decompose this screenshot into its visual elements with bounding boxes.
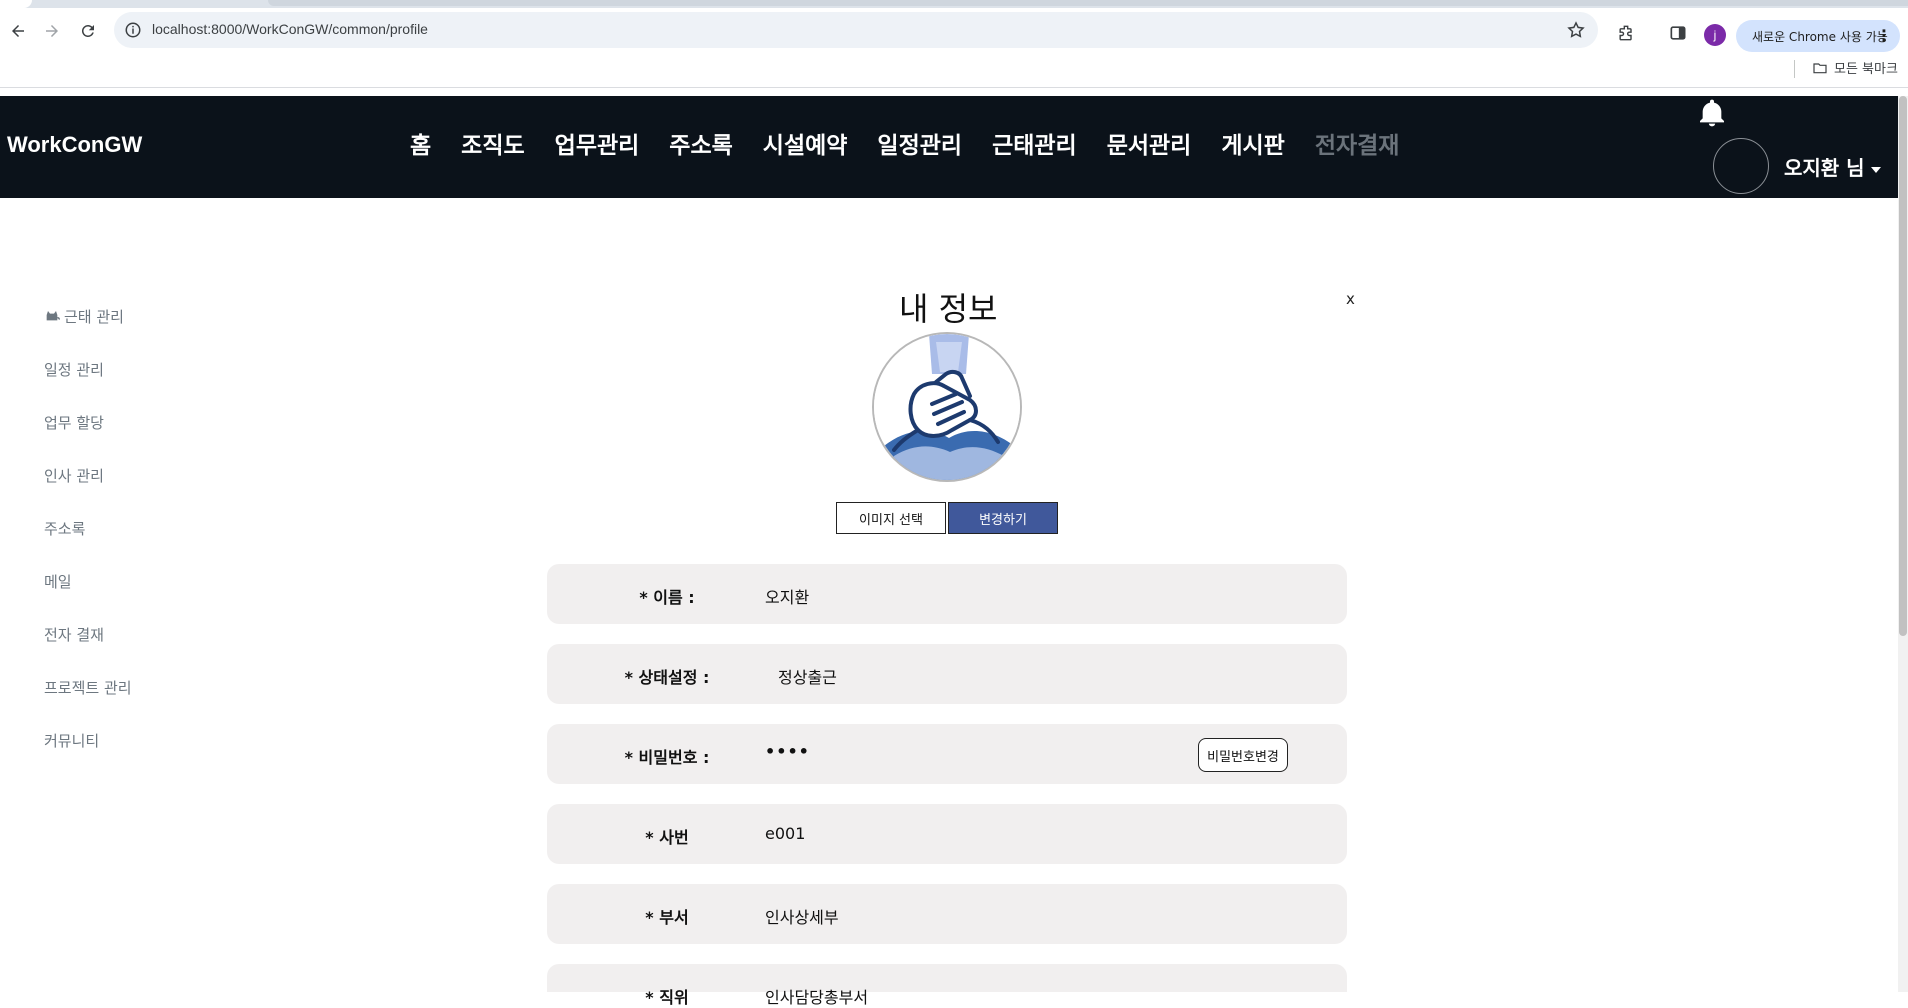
employee-number-label: * 사번 xyxy=(645,828,689,847)
side-panel-icon[interactable] xyxy=(1668,23,1688,43)
change-image-button[interactable]: 변경하기 xyxy=(948,502,1058,534)
chrome-update-button[interactable]: 새로운 Chrome 사용 가능 ⋮ xyxy=(1736,20,1900,52)
extensions-icon[interactable] xyxy=(1616,23,1636,43)
password-row: * 비밀번호 : •••• 비밀번호변경 xyxy=(547,724,1347,784)
nav-home[interactable]: 홈 xyxy=(410,126,431,160)
sidebar-item-address-book[interactable]: 주소록 xyxy=(44,518,132,571)
caret-down-icon xyxy=(1870,166,1881,173)
user-name-label: 오지환 님 xyxy=(1784,156,1865,180)
password-label: * 비밀번호 : xyxy=(624,748,710,767)
nav-attendance[interactable]: 근태관리 xyxy=(992,126,1077,160)
name-label: * 이름 : xyxy=(639,588,695,607)
handshake-icon xyxy=(874,334,1020,480)
department-value: 인사상세부 xyxy=(765,908,839,927)
main-nav: 홈 조직도 업무관리 주소록 시설예약 일정관리 근태관리 문서관리 게시판 전… xyxy=(410,126,1399,160)
user-avatar[interactable] xyxy=(1713,138,1769,194)
brand-logo[interactable]: WorkConGW xyxy=(7,132,142,158)
position-label: * 직위 xyxy=(645,988,689,1007)
kebab-menu-icon[interactable]: ⋮ xyxy=(1876,26,1892,45)
name-row: * 이름 : 오지환 xyxy=(547,564,1347,624)
page-title: 내 정보 xyxy=(899,290,998,328)
select-image-button[interactable]: 이미지 선택 xyxy=(836,502,946,534)
active-tab[interactable] xyxy=(0,0,32,8)
sidebar-item-approval[interactable]: 전자 결재 xyxy=(44,624,132,677)
sidebar-item-label: 근태 관리 xyxy=(64,308,124,326)
status-row: * 상태설정 : 정상출근 xyxy=(547,644,1347,704)
cat-icon xyxy=(46,311,60,321)
tab-strip xyxy=(0,0,1908,8)
nav-task-management[interactable]: 업무관리 xyxy=(555,126,640,160)
folder-icon xyxy=(1813,62,1827,73)
sidebar-item-label: 주소록 xyxy=(44,520,86,538)
sidebar: 근태 관리 일정 관리 업무 할당 인사 관리 주소록 메일 전자 결재 프로젝… xyxy=(44,306,132,783)
chrome-update-label: 새로운 Chrome 사용 가능 xyxy=(1752,29,1888,44)
forward-icon[interactable] xyxy=(37,18,67,44)
close-button[interactable]: x xyxy=(1346,290,1355,308)
all-bookmarks-label: 모든 북마크 xyxy=(1834,62,1898,77)
reload-icon[interactable] xyxy=(73,18,103,44)
status-value[interactable]: 정상출근 xyxy=(778,664,837,688)
user-menu[interactable]: 오지환 님 xyxy=(1784,152,1881,181)
sidebar-item-label: 전자 결재 xyxy=(44,626,104,644)
address-bar[interactable]: localhost:8000/WorkConGW/common/profile xyxy=(114,12,1598,48)
sidebar-item-attendance[interactable]: 근태 관리 xyxy=(44,306,132,359)
site-info-icon[interactable] xyxy=(124,21,142,39)
sidebar-item-task-assign[interactable]: 업무 할당 xyxy=(44,412,132,465)
nav-schedule[interactable]: 일정관리 xyxy=(877,126,962,160)
nav-org-chart[interactable]: 조직도 xyxy=(461,126,524,160)
nav-facility-reservation[interactable]: 시설예약 xyxy=(763,126,848,160)
nav-address-book[interactable]: 주소록 xyxy=(669,126,732,160)
position-row: * 직위 인사담당총부서 xyxy=(547,964,1347,1007)
sidebar-item-hr[interactable]: 인사 관리 xyxy=(44,465,132,518)
back-icon[interactable] xyxy=(3,18,33,44)
app-header: WorkConGW 홈 조직도 업무관리 주소록 시설예약 일정관리 근태관리 … xyxy=(0,96,1898,198)
browser-toolbar: localhost:8000/WorkConGW/common/profile … xyxy=(0,8,1908,52)
all-bookmarks-button[interactable]: 모든 북마크 xyxy=(1812,58,1898,77)
sidebar-item-community[interactable]: 커뮤니티 xyxy=(44,730,132,783)
sidebar-item-label: 일정 관리 xyxy=(44,361,104,379)
sidebar-item-label: 인사 관리 xyxy=(44,467,104,485)
profile-avatar-icon[interactable]: j xyxy=(1704,24,1726,46)
nav-documents[interactable]: 문서관리 xyxy=(1107,126,1192,160)
scrollbar-thumb[interactable] xyxy=(1899,96,1907,636)
url-text[interactable]: localhost:8000/WorkConGW/common/profile xyxy=(152,21,428,37)
profile-image xyxy=(872,332,1022,482)
nav-board[interactable]: 게시판 xyxy=(1221,126,1284,160)
page-scrollbar[interactable] xyxy=(1898,96,1908,992)
sidebar-item-label: 프로젝트 관리 xyxy=(44,679,132,697)
change-password-button[interactable]: 비밀번호변경 xyxy=(1198,738,1288,772)
department-row: * 부서 인사상세부 xyxy=(547,884,1347,944)
password-value: •••• xyxy=(765,742,810,761)
sidebar-item-label: 업무 할당 xyxy=(44,414,104,432)
sidebar-item-projects[interactable]: 프로젝트 관리 xyxy=(44,677,132,730)
nav-approval[interactable]: 전자결재 xyxy=(1315,126,1400,160)
department-label: * 부서 xyxy=(645,908,689,927)
sidebar-item-label: 메일 xyxy=(44,573,72,591)
bookmarks-bar: 모든 북마크 xyxy=(0,52,1908,88)
status-label: * 상태설정 : xyxy=(624,668,710,687)
sidebar-item-mail[interactable]: 메일 xyxy=(44,571,132,624)
sidebar-item-schedule[interactable]: 일정 관리 xyxy=(44,359,132,412)
position-value: 인사담당총부서 xyxy=(765,988,869,1007)
bell-icon[interactable] xyxy=(1696,96,1728,130)
name-value: 오지환 xyxy=(765,588,810,607)
bookmarks-separator xyxy=(1794,60,1795,78)
employee-number-row: * 사번 e001 xyxy=(547,804,1347,864)
tab-strip-background xyxy=(268,0,1908,6)
bookmark-star-icon[interactable] xyxy=(1566,20,1586,40)
sidebar-item-label: 커뮤니티 xyxy=(44,732,100,750)
employee-number-value: e001 xyxy=(765,824,806,843)
